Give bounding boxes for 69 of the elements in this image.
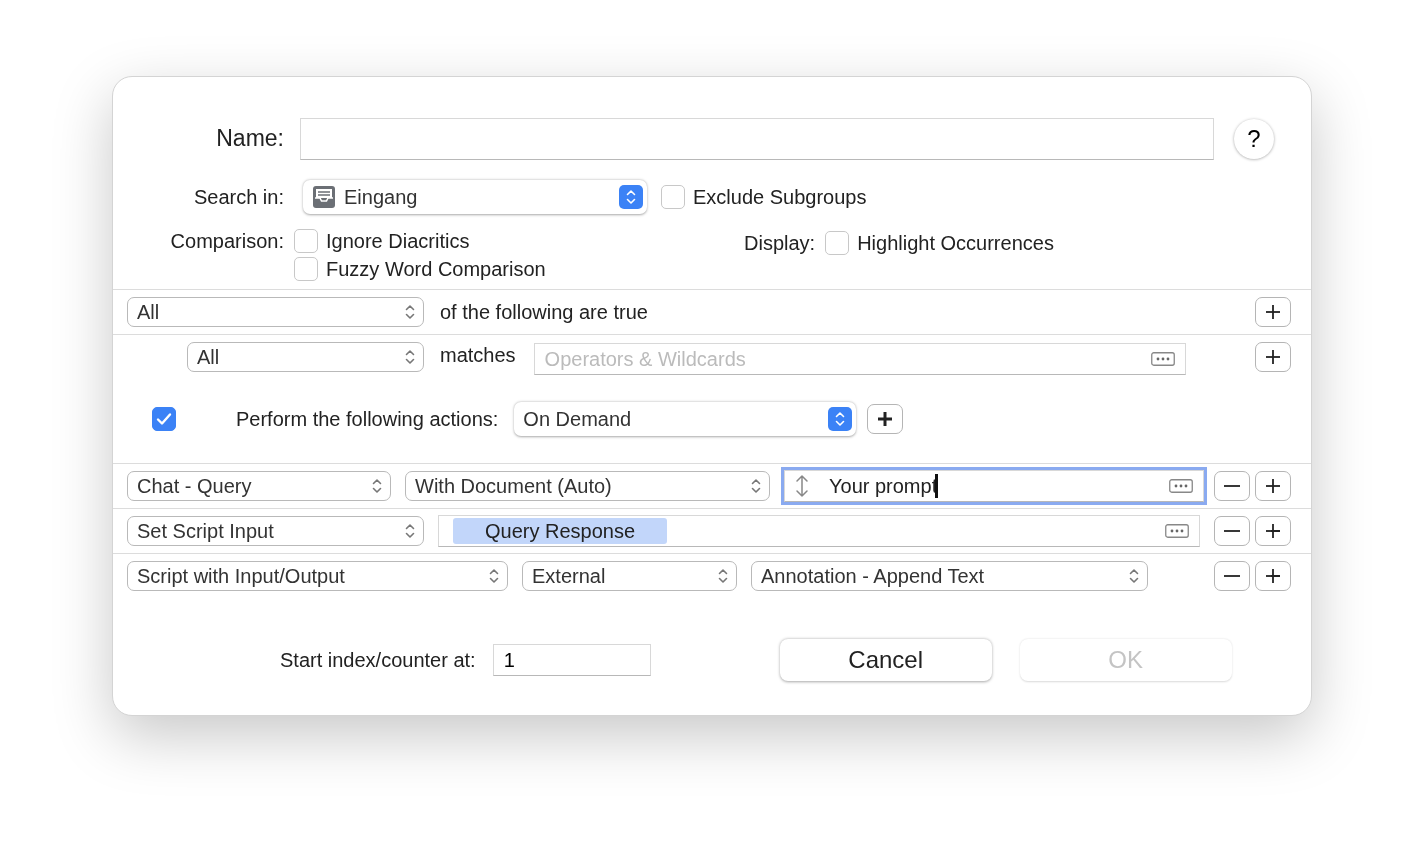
field-dropdown[interactable]: All xyxy=(187,342,424,372)
exclude-subgroups-checkbox[interactable] xyxy=(661,185,685,209)
action-dropdown[interactable]: With Document (Auto) xyxy=(405,471,770,501)
exclude-subgroups-label: Exclude Subgroups xyxy=(693,185,867,209)
remove-button[interactable] xyxy=(1214,561,1250,591)
criteria-text: of the following are true xyxy=(440,300,648,324)
action-dropdown[interactable]: Set Script Input xyxy=(127,516,424,546)
dialog-button: OK xyxy=(1019,639,1232,681)
action-dropdown[interactable]: Chat - Query xyxy=(127,471,391,501)
match-mode-dropdown[interactable]: All xyxy=(127,297,424,327)
option-label: Fuzzy Word Comparison xyxy=(326,257,546,281)
action-dropdown[interactable]: Annotation - Append Text xyxy=(751,561,1148,591)
start-index-label: Start index/counter at: xyxy=(280,648,476,672)
add-button[interactable] xyxy=(1255,561,1291,591)
plus-icon xyxy=(1263,566,1283,586)
up-down-chevron-icon xyxy=(1129,567,1139,585)
plus-icon xyxy=(1263,347,1283,367)
actions-checkbox[interactable] xyxy=(152,407,176,431)
ellipsis-icon xyxy=(1150,352,1175,366)
option-checkbox[interactable] xyxy=(825,231,850,255)
comparison-label: Comparison: xyxy=(169,229,284,254)
up-down-chevron-icon xyxy=(372,477,382,495)
option-label: Highlight Occurrences xyxy=(857,231,1054,255)
up-down-chevron-icon xyxy=(405,522,415,540)
trigger-dropdown[interactable]: On Demand xyxy=(514,402,857,436)
minus-icon xyxy=(1224,575,1240,577)
up-down-chevron-icon xyxy=(405,303,415,321)
ellipsis-icon xyxy=(1165,524,1189,538)
remove-button[interactable] xyxy=(1214,516,1250,546)
option-checkbox[interactable] xyxy=(294,257,318,281)
up-down-chevron-icon xyxy=(835,410,846,428)
inbox-icon xyxy=(312,185,336,209)
add-button[interactable] xyxy=(1255,342,1291,372)
action-dropdown[interactable]: External xyxy=(522,561,737,591)
search-in-label: Search in: xyxy=(192,185,284,209)
operator-label: matches xyxy=(440,343,516,367)
up-down-chevron-icon xyxy=(489,567,499,585)
plus-icon xyxy=(1263,476,1283,496)
minus-icon xyxy=(1224,530,1240,532)
checkmark-icon xyxy=(156,412,172,426)
query-response-token: Query Response xyxy=(453,518,668,544)
option-label: Ignore Diacritics xyxy=(326,229,470,253)
minus-icon xyxy=(1224,485,1240,487)
up-down-arrow-icon xyxy=(795,474,809,498)
remove-button[interactable] xyxy=(1214,471,1250,501)
action-dropdown[interactable]: Script with Input/Output xyxy=(127,561,508,591)
location-dropdown[interactable]: Eingang xyxy=(303,180,647,214)
dialog-button[interactable]: Cancel xyxy=(779,639,992,681)
help-button[interactable]: ? xyxy=(1234,119,1274,159)
option-checkbox[interactable] xyxy=(294,229,318,253)
token-field[interactable]: Query Response xyxy=(438,515,1200,547)
actions-label: Perform the following actions: xyxy=(236,407,499,431)
name-field[interactable] xyxy=(300,118,1214,160)
add-button[interactable] xyxy=(867,404,904,434)
display-label: Display: xyxy=(744,231,816,255)
add-button[interactable] xyxy=(1255,471,1291,501)
ellipsis-icon xyxy=(1169,479,1193,493)
start-index-field[interactable]: 1 xyxy=(492,644,651,676)
plus-icon xyxy=(1263,302,1283,322)
plus-icon xyxy=(1263,521,1283,541)
up-down-chevron-icon xyxy=(751,477,761,495)
up-down-chevron-icon xyxy=(718,567,728,585)
prompt-field[interactable]: Your prompt xyxy=(784,470,1204,502)
add-button[interactable] xyxy=(1255,297,1291,327)
add-button[interactable] xyxy=(1255,516,1291,546)
up-down-chevron-icon xyxy=(626,188,636,206)
up-down-chevron-icon xyxy=(405,348,415,366)
text-cursor xyxy=(935,474,939,498)
name-label: Name: xyxy=(215,125,284,153)
